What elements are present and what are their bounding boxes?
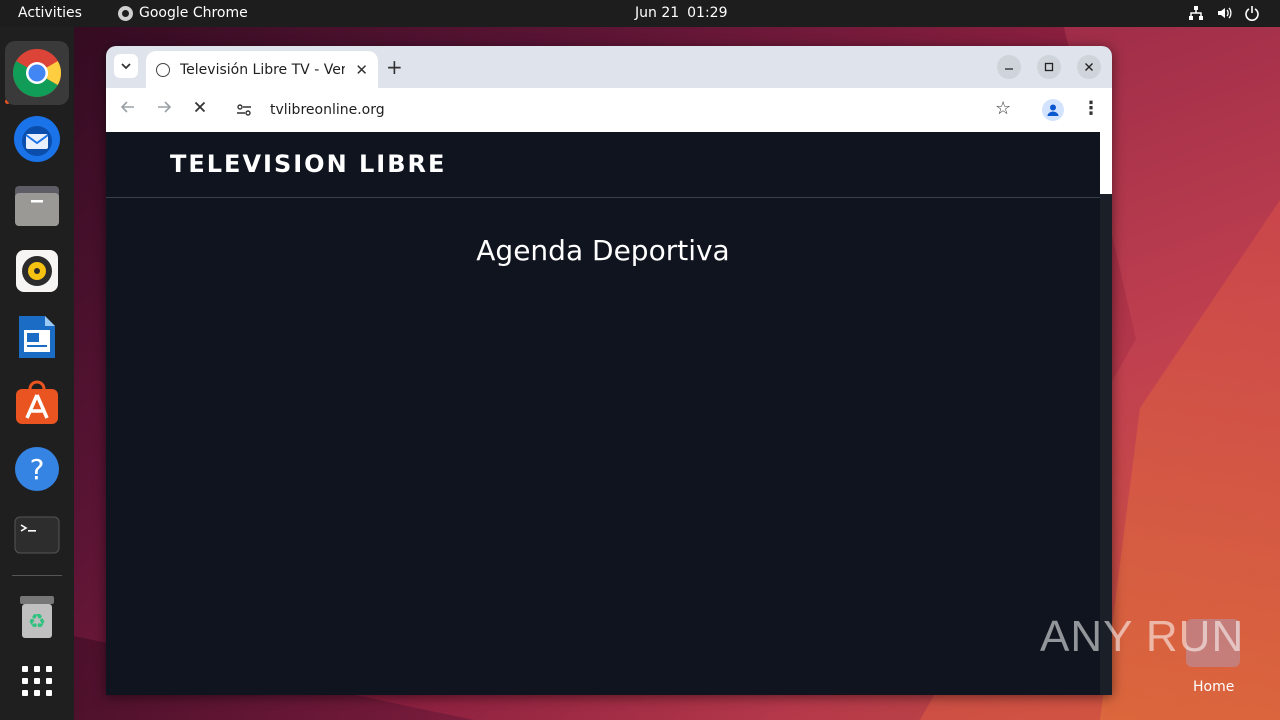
- profile-button[interactable]: [1042, 99, 1064, 121]
- back-button[interactable]: [120, 99, 136, 120]
- site-title[interactable]: TELEVISION LIBRE: [170, 150, 446, 178]
- watermark-text: ANY RUN: [1040, 612, 1245, 661]
- minimize-button[interactable]: [997, 55, 1021, 79]
- close-icon: [194, 101, 206, 113]
- dock-files[interactable]: [5, 173, 69, 237]
- files-icon: [15, 186, 59, 226]
- forward-button[interactable]: [156, 99, 172, 120]
- scrollbar-thumb[interactable]: [1100, 132, 1112, 194]
- dock: ? ♻: [0, 27, 74, 720]
- browser-window: Televisión Libre TV - Ver ✕ + tvlibreonl…: [106, 46, 1112, 695]
- browser-toolbar: tvlibreonline.org ☆ ⋮: [106, 88, 1112, 132]
- close-icon: [1085, 63, 1093, 71]
- clock-time: 01:29: [687, 5, 728, 21]
- address-bar[interactable]: tvlibreonline.org: [224, 94, 1026, 126]
- dock-writer[interactable]: [5, 305, 69, 369]
- page-heading: Agenda Deportiva: [476, 234, 730, 267]
- site-info-icon[interactable]: [232, 98, 256, 122]
- close-tab-icon[interactable]: ✕: [355, 61, 368, 79]
- dock-terminal[interactable]: [5, 503, 69, 567]
- url-text: tvlibreonline.org: [270, 102, 385, 118]
- tab-strip: Televisión Libre TV - Ver ✕ +: [106, 46, 1112, 88]
- app-menu[interactable]: Google Chrome: [118, 5, 248, 21]
- chevron-down-icon: [121, 63, 131, 70]
- site-header: TELEVISION LIBRE: [106, 132, 1100, 198]
- activities-button[interactable]: Activities: [18, 5, 82, 21]
- page-content: TELEVISION LIBRE Agenda Deportiva: [106, 132, 1100, 695]
- dock-thunderbird[interactable]: [5, 107, 69, 171]
- stop-loading-button[interactable]: [192, 99, 208, 120]
- home-folder-label[interactable]: Home: [1193, 679, 1234, 695]
- dock-separator: [12, 575, 62, 576]
- dock-trash[interactable]: ♻: [5, 585, 69, 649]
- favicon-icon: [156, 62, 170, 77]
- app-name: Google Chrome: [139, 5, 248, 21]
- dock-rhythmbox[interactable]: [5, 239, 69, 303]
- chrome-icon: [12, 48, 62, 98]
- clock-date: Jun 21: [635, 5, 680, 21]
- app-center-icon: [16, 380, 58, 424]
- person-icon: [1047, 104, 1059, 116]
- chrome-icon: [118, 5, 133, 21]
- close-window-button[interactable]: [1077, 55, 1101, 79]
- arrow-right-icon: [158, 101, 172, 113]
- thunderbird-icon: [14, 116, 60, 162]
- dock-app-grid[interactable]: [5, 649, 69, 713]
- top-bar: Activities Google Chrome Jun 21 01:29: [0, 0, 1280, 27]
- maximize-icon: [1044, 62, 1054, 72]
- svg-text:?: ?: [30, 453, 45, 486]
- arrow-left-icon: [120, 101, 134, 113]
- volume-icon: [1216, 5, 1232, 21]
- system-status[interactable]: [1188, 5, 1260, 21]
- libreoffice-writer-icon: [19, 316, 55, 358]
- scrollbar[interactable]: [1100, 132, 1112, 695]
- dock-help[interactable]: ?: [5, 437, 69, 501]
- dock-chrome[interactable]: [5, 41, 69, 105]
- help-icon: ?: [15, 447, 59, 491]
- new-tab-button[interactable]: +: [386, 55, 403, 79]
- maximize-button[interactable]: [1037, 55, 1061, 79]
- app-grid-icon: [22, 666, 52, 696]
- clock[interactable]: Jun 21 01:29: [635, 5, 728, 21]
- terminal-icon: [14, 516, 60, 554]
- kebab-menu-icon[interactable]: ⋮: [1082, 98, 1100, 119]
- svg-text:♻: ♻: [28, 609, 46, 633]
- minimize-icon: [1005, 68, 1013, 70]
- network-icon: [1188, 5, 1204, 21]
- rhythmbox-icon: [16, 250, 58, 292]
- bookmark-star-icon[interactable]: ☆: [995, 98, 1011, 119]
- dock-app-center[interactable]: [5, 371, 69, 435]
- power-icon: [1244, 5, 1260, 21]
- tab-search-button[interactable]: [114, 54, 138, 78]
- watermark: ANY RUN: [1040, 612, 1244, 662]
- browser-tab[interactable]: Televisión Libre TV - Ver ✕: [146, 51, 378, 88]
- trash-icon: ♻: [20, 596, 54, 638]
- tab-title: Televisión Libre TV - Ver: [180, 61, 345, 78]
